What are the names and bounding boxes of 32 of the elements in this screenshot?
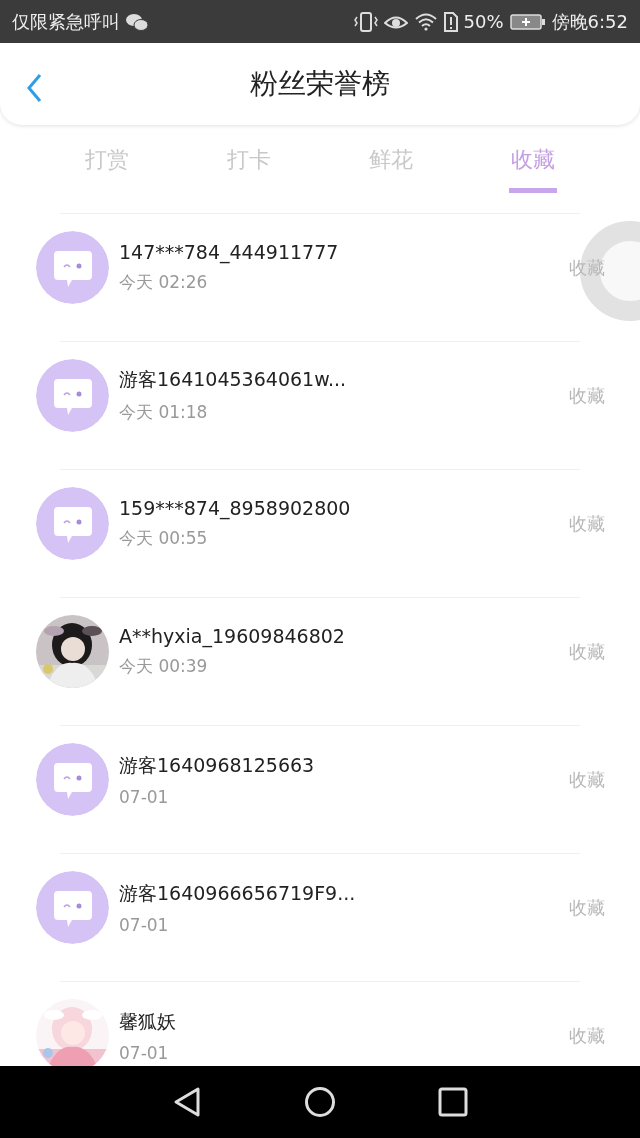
action-label[interactable]: 收藏 [569, 895, 605, 920]
fan-name: 馨狐妖 [119, 1008, 177, 1034]
clock-text: 傍晚6:52 [551, 9, 628, 34]
fan-time: 今天 02:26 [119, 271, 209, 294]
tab[interactable]: 收藏 [509, 145, 557, 193]
fan-time: 07-01 [119, 914, 170, 935]
fan-time: 07-01 [119, 786, 170, 807]
fan-time: 今天 00:39 [119, 655, 209, 678]
action-label[interactable]: 收藏 [569, 639, 605, 664]
action-label[interactable]: 收藏 [569, 255, 605, 280]
battery-icon [509, 12, 546, 31]
fan-name: 游客1641045364061w... [119, 367, 348, 392]
battery-percent: 50% [463, 11, 504, 32]
action-label[interactable]: 收藏 [569, 767, 605, 792]
fan-name: 147***784_444911777 [119, 241, 340, 263]
fan-name: A**hyxia_19609846802 [119, 625, 346, 647]
action-label[interactable]: 收藏 [569, 1023, 605, 1048]
wechat-icon [126, 12, 148, 31]
fan-name: 游客1640968125663 [119, 752, 316, 778]
vibrate-icon [353, 11, 378, 32]
alert-icon [443, 11, 458, 32]
action-label[interactable]: 收藏 [569, 383, 605, 408]
carrier-text: 仅限紧急呼叫 [12, 9, 120, 34]
fan-time: 今天 00:55 [119, 527, 209, 550]
fan-time: 07-01 [119, 1042, 170, 1063]
action-label[interactable]: 收藏 [569, 511, 605, 536]
fan-name: 159***874_8958902800 [119, 497, 352, 519]
wifi-icon [413, 12, 438, 31]
home-nav-button[interactable] [302, 1084, 338, 1120]
page-title: 粉丝荣誉榜 [250, 66, 390, 102]
fan-name: 游客1640966656719F9... [119, 880, 357, 906]
fan-time: 今天 01:18 [119, 401, 209, 424]
